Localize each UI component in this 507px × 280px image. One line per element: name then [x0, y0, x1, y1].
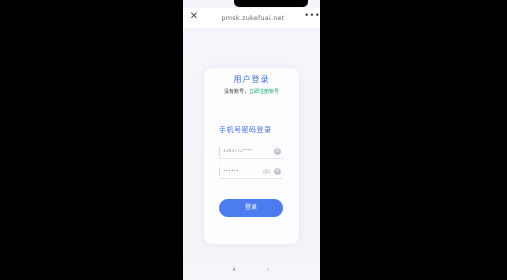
password-input[interactable]: [223, 166, 261, 177]
camera-notch: [234, 0, 308, 7]
register-prompt: 没有账号，立即注册账号: [204, 88, 299, 95]
page-content: 用户登录 没有账号，立即注册账号 手机号密码登录 × × 登录: [183, 28, 320, 260]
phone-screen: ✕ pmsk.zukefuai.net ••• 用户登录 没有账号，立即注册账号…: [183, 0, 320, 280]
field-divider: [219, 147, 220, 156]
password-field: ×: [219, 165, 283, 179]
login-card: 用户登录 没有账号，立即注册账号 手机号密码登录 × × 登录: [204, 68, 299, 244]
page-title: 用户登录: [233, 75, 270, 84]
address-bar[interactable]: pmsk.zukefuai.net: [213, 12, 293, 24]
close-icon[interactable]: ✕: [188, 10, 200, 24]
register-link[interactable]: 立即注册账号: [249, 89, 279, 95]
browser-bottombar: ‹ ›: [183, 260, 320, 280]
login-button[interactable]: 登录: [219, 199, 283, 217]
eye-icon[interactable]: [263, 169, 270, 174]
browser-topbar: ✕ pmsk.zukefuai.net •••: [183, 8, 320, 28]
field-divider: [219, 167, 220, 176]
login-method-title: 手机号密码登录: [219, 126, 272, 134]
chevron-right-icon[interactable]: ›: [262, 263, 274, 277]
chevron-left-icon[interactable]: ‹: [228, 263, 240, 277]
phone-input[interactable]: [223, 146, 261, 157]
clear-icon[interactable]: ×: [274, 168, 281, 175]
phone-field: ×: [219, 145, 283, 159]
clear-icon[interactable]: ×: [274, 148, 281, 155]
register-prompt-text: 没有账号，: [223, 89, 249, 95]
more-icon[interactable]: •••: [304, 10, 320, 24]
